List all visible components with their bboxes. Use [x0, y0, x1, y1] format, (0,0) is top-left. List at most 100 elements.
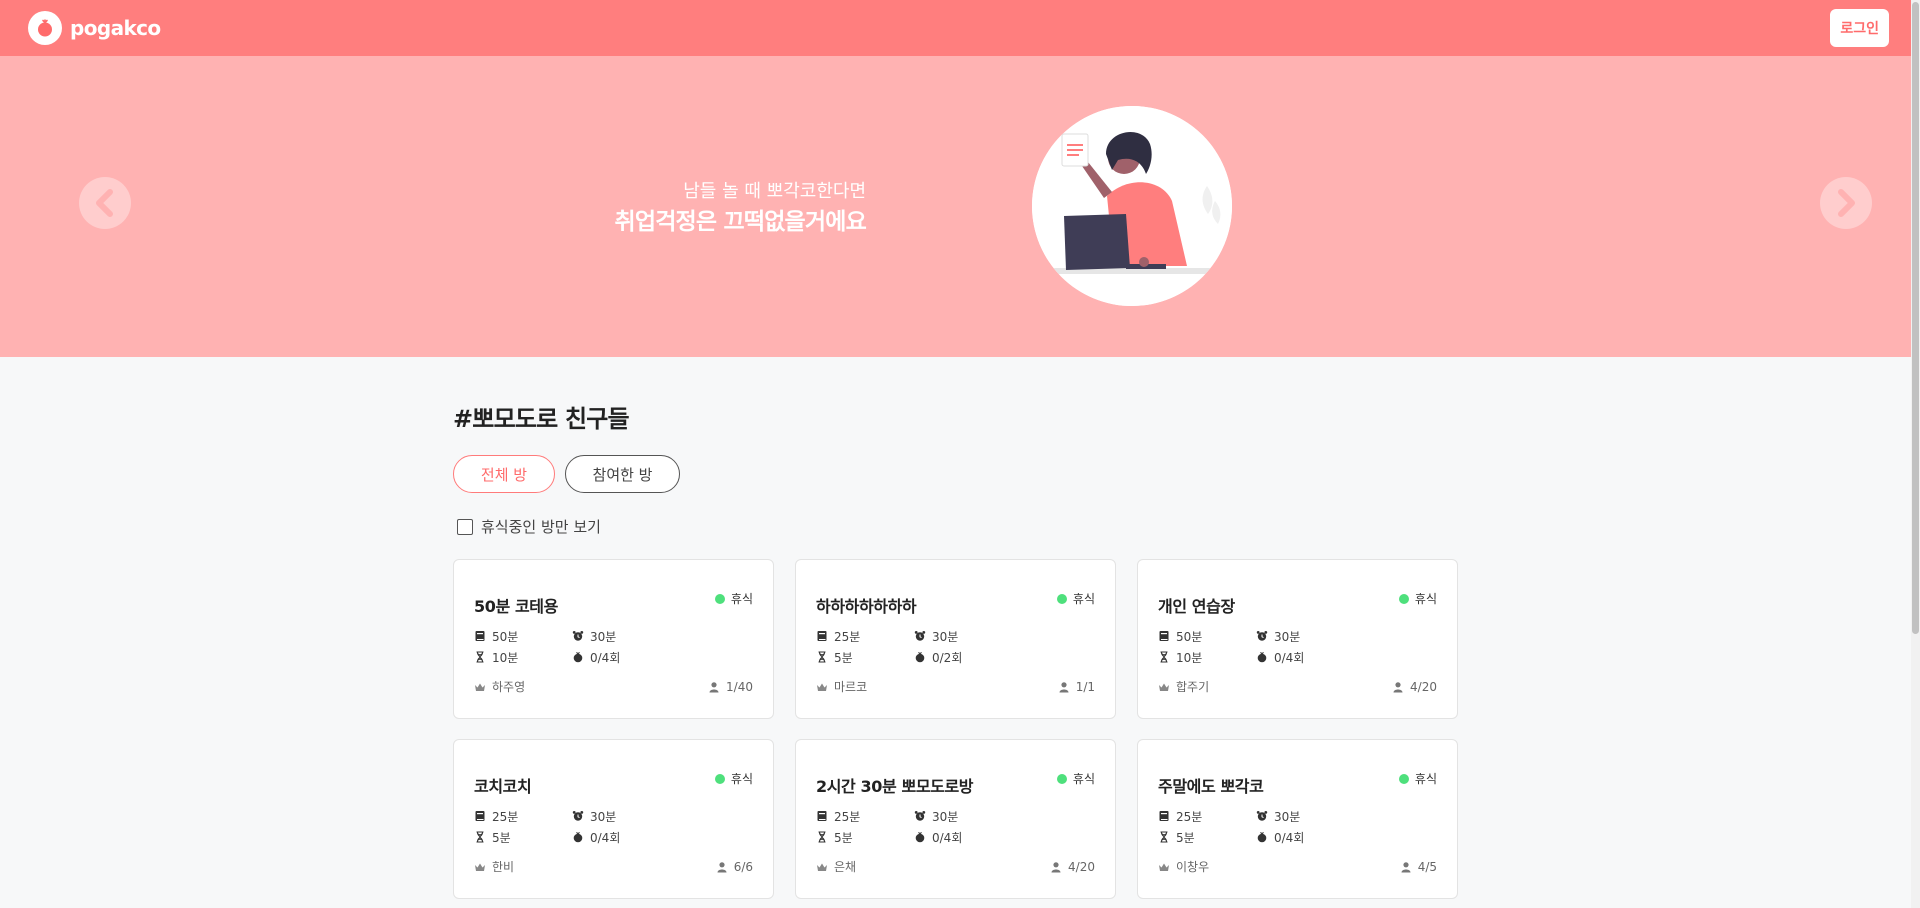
room-card[interactable]: 휴식 하하하하하하하 25분 30분 5분 0/2회 마르코 1/1 [795, 559, 1116, 719]
room-card[interactable]: 휴식 50분 코테용 50분 30분 10분 0/4회 하주영 1/40 [453, 559, 774, 719]
status-dot [1056, 773, 1067, 784]
long-rest-time: 30분 [914, 808, 1012, 824]
room-host: 이창우 [1158, 858, 1209, 875]
focus-time-value: 50분 [1176, 629, 1203, 644]
tab-all-rooms[interactable]: 전체 방 [453, 455, 555, 493]
room-card[interactable]: 휴식 코치코치 25분 30분 5분 0/4회 한비 6/6 [453, 739, 774, 899]
room-member-count: 4/5 [1417, 859, 1437, 874]
tomato-icon [573, 831, 583, 843]
hero-banner: 남들 놀 때 뽀각코한다면 취업걱정은 끄떡없을거에요 [0, 56, 1911, 357]
long-rest-value: 30분 [590, 629, 617, 644]
book-icon [1159, 811, 1169, 821]
room-status: 휴식 [1056, 590, 1095, 607]
user-icon [1401, 861, 1411, 872]
cycle-count-value: 0/4회 [932, 830, 963, 845]
room-host-name: 이창우 [1176, 860, 1210, 874]
long-rest-value: 30분 [932, 809, 959, 824]
banner-next-button[interactable] [1820, 177, 1872, 229]
alarm-clock-icon [572, 631, 584, 641]
chevron-left-icon [96, 189, 113, 217]
cycle-count: 0/4회 [572, 649, 670, 665]
room-host-name: 합주기 [1176, 680, 1210, 694]
book-icon [817, 631, 827, 641]
alarm-clock-icon [914, 631, 926, 641]
logo[interactable]: pogakco [28, 11, 161, 45]
chevron-right-icon [1838, 189, 1855, 217]
hourglass-icon [818, 831, 826, 843]
room-host-name: 은채 [834, 860, 857, 874]
tab-joined-rooms[interactable]: 참여한 방 [565, 455, 680, 493]
banner-subtitle: 남들 놀 때 뽀각코한다면 [683, 181, 866, 202]
tomato-icon [573, 651, 583, 663]
alarm-clock-icon [1256, 811, 1268, 821]
room-status-label: 휴식 [1072, 772, 1095, 786]
rest-time-value: 10분 [492, 650, 519, 665]
room-title: 코치코치 [474, 777, 532, 796]
rest-time: 10분 [1158, 649, 1256, 665]
focus-time: 25분 [1158, 808, 1256, 824]
hourglass-icon [1160, 831, 1168, 843]
room-status: 휴식 [714, 590, 753, 607]
page-scrollbar[interactable] [1911, 0, 1920, 908]
tomato-icon [1257, 651, 1267, 663]
scrollbar-thumb[interactable] [1912, 2, 1919, 634]
rest-only-label: 휴식중인 방만 보기 [481, 518, 601, 536]
cycle-count: 0/4회 [914, 829, 1012, 845]
room-footer: 이창우 4/5 [1158, 858, 1437, 875]
rest-time: 5분 [1158, 829, 1256, 845]
tomato-icon [1257, 831, 1267, 843]
room-card[interactable]: 휴식 주말에도 뽀각코 25분 30분 5분 0/4회 이창우 4/5 [1137, 739, 1458, 899]
crown-icon [1159, 863, 1169, 871]
room-stats: 25분 30분 5분 0/4회 [474, 808, 674, 845]
room-footer: 하주영 1/40 [474, 678, 753, 695]
room-stats: 25분 30분 5분 0/4회 [816, 808, 1016, 845]
room-host-name: 하주영 [492, 680, 526, 694]
crown-icon [817, 683, 827, 691]
room-card[interactable]: 휴식 2시간 30분 뽀모도로방 25분 30분 5분 0/4회 은채 4/20 [795, 739, 1116, 899]
rest-time-value: 5분 [834, 830, 853, 845]
tomato-icon [915, 651, 925, 663]
hourglass-icon [476, 651, 484, 663]
room-status: 휴식 [714, 770, 753, 787]
room-stats: 50분 30분 10분 0/4회 [474, 628, 674, 665]
top-header: pogakco 로그인 [0, 0, 1911, 56]
long-rest-time: 30분 [572, 628, 670, 644]
room-member-count: 4/20 [1410, 679, 1437, 694]
banner-prev-button[interactable] [79, 177, 131, 229]
tomato-logo-icon [28, 11, 62, 45]
focus-time-value: 25분 [1176, 809, 1203, 824]
cycle-count: 0/2회 [914, 649, 1012, 665]
focus-time: 50분 [1158, 628, 1256, 644]
long-rest-time: 30분 [572, 808, 670, 824]
room-status-label: 휴식 [730, 592, 753, 606]
rest-time-value: 10분 [1176, 650, 1203, 665]
login-button[interactable]: 로그인 [1830, 9, 1889, 47]
cycle-count: 0/4회 [1256, 829, 1354, 845]
room-host: 하주영 [474, 678, 525, 695]
room-members: 4/20 [1050, 860, 1095, 874]
section-title: #뽀모도로 친구들 [453, 405, 630, 433]
room-member-count: 1/1 [1075, 679, 1095, 694]
banner-copy: 남들 놀 때 뽀각코한다면 취업걱정은 끄떡없을거에요 [614, 178, 866, 238]
status-dot [714, 773, 725, 784]
focus-time: 25분 [816, 628, 914, 644]
room-card[interactable]: 휴식 개인 연습장 50분 30분 10분 0/4회 합주기 4/20 [1137, 559, 1458, 719]
room-host: 합주기 [1158, 678, 1209, 695]
rest-only-filter[interactable]: 휴식중인 방만 보기 [457, 516, 601, 537]
room-member-count: 4/20 [1068, 859, 1095, 874]
room-members: 1/1 [1058, 680, 1095, 694]
user-icon [1051, 861, 1061, 872]
banner-illustration [1032, 106, 1232, 306]
room-status: 휴식 [1056, 770, 1095, 787]
room-title: 하하하하하하하 [816, 597, 917, 616]
rest-time: 5분 [474, 829, 572, 845]
status-dot [714, 593, 725, 604]
book-icon [475, 811, 485, 821]
rest-time: 5분 [816, 829, 914, 845]
room-status-label: 휴식 [1414, 772, 1437, 786]
crown-icon [817, 863, 827, 871]
cycle-count-value: 0/4회 [590, 830, 621, 845]
rest-only-checkbox[interactable] [457, 518, 473, 535]
rest-time-value: 5분 [492, 830, 511, 845]
rest-time: 10분 [474, 649, 572, 665]
